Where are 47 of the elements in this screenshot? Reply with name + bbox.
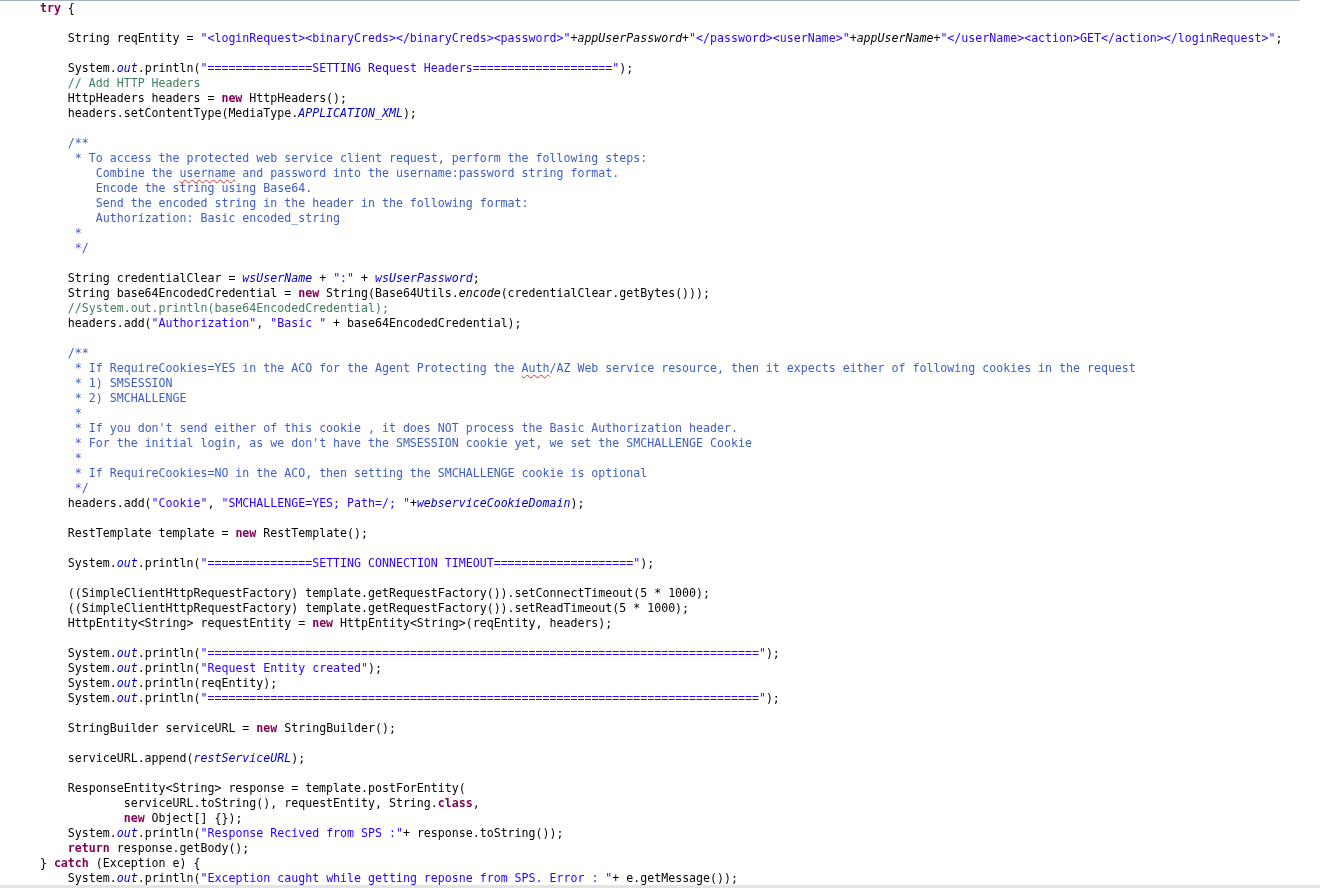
code-line: } catch (Exception e) { [39, 856, 201, 871]
comment-line: */ [74, 481, 89, 496]
code-line: System.out.println("==============================================================================="); [67, 646, 780, 661]
comment-line: /** [67, 136, 89, 151]
code-line: System.out.println("Request Entity created"); [67, 661, 382, 676]
code-line: try { [39, 1, 75, 16]
comment-line: * If RequireCookies=NO in the ACO, then setting the SMCHALLENGE cookie is optional [74, 466, 648, 481]
comment-line: * For the initial login, as we don't have the SMSESSION cookie yet, we set the SMCHALLENGE Cookie [74, 436, 752, 451]
comment-line: * If RequireCookies=YES in the ACO for the Agent Protecting the Auth/AZ Web service resource, then it expects either of following cookies in the request [74, 361, 1136, 376]
comment-line: * [74, 406, 82, 421]
comment-line: /** [67, 346, 89, 361]
code-line: new Object[] {}); [123, 811, 243, 826]
code-line: System.out.println("==============================================================================="); [67, 691, 780, 706]
code-line: serviceURL.toString(), requestEntity, String.class, [123, 796, 480, 811]
code-line: System.out.println("Response Recived from SPS :"+ response.toString()); [67, 826, 564, 841]
comment-line: * [74, 451, 82, 466]
comment-line: * 2) SMCHALLENGE [74, 391, 187, 406]
code-line: return response.getBody(); [67, 841, 250, 856]
comment-line: Send the encoded string in the header in the following format: [95, 196, 529, 211]
comment-line: //System.out.println(base64EncodedCredential); [67, 301, 389, 316]
code-line: String base64EncodedCredential = new String(Base64Utils.encode(credentialClear.getBytes())); [67, 286, 711, 301]
code-line: HttpHeaders headers = new HttpHeaders(); [67, 91, 348, 106]
comment-line: Combine the username and password into the username:password string format. [95, 166, 620, 181]
code-line: String reqEntity = "<loginRequest><binaryCreds></binaryCreds><password>"+appUserPassword+"</password><userName>"+appUserName+"</userName><action>GET</action></loginRequest>"; [67, 31, 1283, 46]
code-line: RestTemplate template = new RestTemplate(); [67, 526, 368, 541]
code-line: ResponseEntity<String> response = template.postForEntity( [67, 781, 466, 796]
code-line: ((SimpleClientHttpRequestFactory) template.getRequestFactory()).setReadTimeout(5 * 1000); [67, 601, 690, 616]
comment-line: * If you don't send either of this cookie , it does NOT process the Basic Authorization header. [74, 421, 738, 436]
code-line: headers.add("Cookie", "SMCHALLENGE=YES; Path=/; "+webserviceCookieDomain); [67, 496, 585, 511]
comment-line: // Add HTTP Headers [67, 76, 201, 91]
comment-line: Encode the string using Base64. [95, 181, 313, 196]
code-line: System.out.println(reqEntity); [67, 676, 278, 691]
code-line: System.out.println("===============SETTING CONNECTION TIMEOUT===================="); [67, 556, 655, 571]
comment-line: * To access the protected web service client request, perform the following steps: [74, 151, 648, 166]
code-line: HttpEntity<String> requestEntity = new HttpEntity<String>(reqEntity, headers); [67, 616, 613, 631]
code-line: headers.setContentType(MediaType.APPLICATION_XML); [67, 106, 417, 121]
comment-line: Authorization: Basic encoded_string [95, 211, 341, 226]
comment-line: * [74, 226, 82, 241]
code-line: ((SimpleClientHttpRequestFactory) template.getRequestFactory()).setConnectTimeout(5 * 1000); [67, 586, 710, 601]
comment-line: */ [74, 241, 89, 256]
code-line: StringBuilder serviceURL = new StringBuilder(); [67, 721, 396, 736]
code-line: System.out.println("Exception caught while getting reposne from SPS. Error : "+ e.getMessage()); [67, 871, 738, 886]
code-line: headers.add("Authorization", "Basic " + base64EncodedCredential); [67, 316, 522, 331]
comment-line: * 1) SMSESSION [74, 376, 173, 391]
code-line: String credentialClear = wsUserName + ":" + wsUserPassword; [67, 271, 480, 286]
code-line: System.out.println("===============SETTING Request Headers===================="); [67, 61, 634, 76]
code-line: serviceURL.append(restServiceURL); [67, 751, 306, 766]
